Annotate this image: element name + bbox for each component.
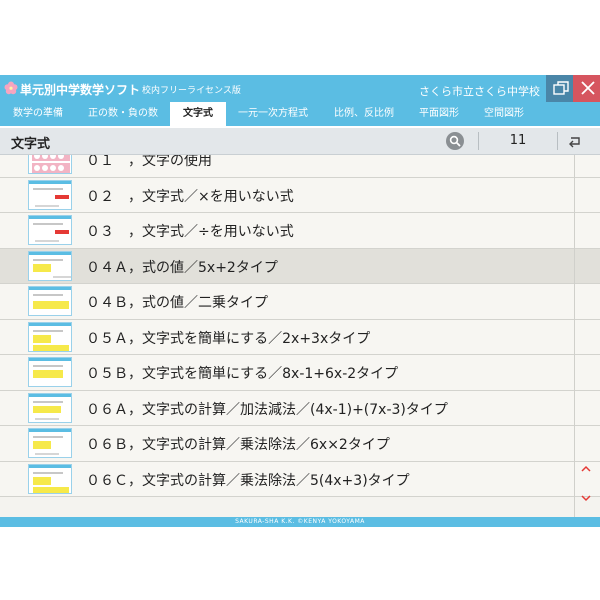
lesson-list: ０１ ，文字の使用 ０２ ，文字式／×を用いない式 ０３ ，文字式／÷を用いない… (0, 155, 600, 517)
list-item-label: ０６Ｂ，文字式の計算／乗法除法／6x×2タイプ (86, 437, 390, 453)
scroll-down-icon[interactable] (580, 493, 592, 503)
tab-linear-equations[interactable]: 一元一次方程式 (226, 102, 320, 126)
list-item[interactable]: ０６Ｃ，文字式の計算／乗法除法／5(4x+3)タイプ (0, 461, 600, 497)
list-item-label: ０６Ｃ，文字式の計算／乗法除法／5(4x+3)タイプ (86, 472, 410, 489)
lesson-thumbnail (28, 428, 72, 458)
scroll-divider (574, 155, 575, 517)
list-item[interactable]: ０２ ，文字式／×を用いない式 (0, 177, 600, 213)
tab-expressions[interactable]: 文字式 (170, 102, 226, 126)
footer-bar: SAKURA-SHA K.K. ©KENYA YOKOYAMA (0, 517, 600, 527)
tab-positive-negative[interactable]: 正の数・負の数 (76, 102, 170, 126)
lesson-thumbnail (28, 250, 72, 281)
app-title: 単元別中学数学ソフト (20, 83, 141, 97)
list-item-selected[interactable]: ０４Ａ，式の値／5x+2タイプ (0, 248, 600, 284)
list-item-label: ０６Ａ，文字式の計算／加法減法／(4x-1)+(7x-3)タイプ (86, 401, 448, 418)
lesson-thumbnail (28, 357, 72, 387)
lesson-thumbnail (28, 463, 72, 494)
list-item[interactable]: ０６Ｂ，文字式の計算／乗法除法／6x×2タイプ (0, 426, 600, 462)
section-header: 文字式 11 (0, 128, 600, 155)
list-item[interactable]: ０３ ，文字式／÷を用いない式 (0, 213, 600, 249)
list-item-label: ０４Ｂ，式の値／二乗タイプ (86, 295, 268, 311)
lesson-thumbnail (28, 155, 72, 174)
close-window-button[interactable] (573, 75, 600, 102)
list-item-label: ０５Ａ，文字式を簡単にする／2x+3xタイプ (86, 330, 371, 347)
section-title: 文字式 (11, 137, 51, 152)
lesson-thumbnail (28, 392, 72, 423)
close-icon (581, 81, 595, 95)
restore-icon (553, 81, 569, 95)
sakura-logo-icon (4, 81, 18, 95)
school-name: さくら市立さくら中学校 (419, 85, 540, 98)
lesson-thumbnail (28, 215, 72, 245)
search-icon (449, 135, 461, 147)
tab-solid-figures[interactable]: 空間図形 (470, 102, 538, 126)
list-item[interactable]: ０５Ａ，文字式を簡単にする／2x+3xタイプ (0, 319, 600, 355)
list-item-label: ０５Ｂ，文字式を簡単にする／8x-1+6x-2タイプ (86, 366, 399, 382)
scroll-up-icon[interactable] (580, 464, 592, 474)
tab-plane-figures[interactable]: 平面図形 (408, 102, 470, 126)
list-item-label: ０４Ａ，式の値／5x+2タイプ (86, 259, 278, 276)
tab-proportion[interactable]: 比例、反比例 (320, 102, 408, 126)
lesson-thumbnail (28, 321, 72, 352)
lesson-thumbnail (28, 179, 72, 210)
lesson-thumbnail (28, 286, 72, 316)
divider (478, 132, 479, 150)
list-item[interactable]: ０５Ｂ，文字式を簡単にする／8x-1+6x-2タイプ (0, 355, 600, 391)
list-item[interactable]: ０１ ，文字の使用 (0, 155, 600, 178)
list-item-label: ０１ ，文字の使用 (86, 155, 212, 169)
divider (557, 132, 558, 150)
list-item-label: ０２ ，文字式／×を用いない式 (86, 188, 294, 205)
return-icon (569, 137, 580, 148)
title-bar: 単元別中学数学ソフト 校内フリーライセンス版 さくら市立さくら中学校 (0, 75, 600, 102)
return-button[interactable] (560, 131, 590, 151)
tab-bar: 数学の準備 正の数・負の数 文字式 一元一次方程式 比例、反比例 平面図形 空間… (0, 102, 600, 126)
item-count: 11 (509, 133, 527, 148)
list-item-label: ０３ ，文字式／÷を用いない式 (86, 224, 294, 240)
restore-window-button[interactable] (546, 75, 576, 102)
list-item[interactable]: ０６Ａ，文字式の計算／加法減法／(4x-1)+(7x-3)タイプ (0, 390, 600, 426)
tab-math-prep[interactable]: 数学の準備 (0, 102, 76, 126)
license-label: 校内フリーライセンス版 (142, 86, 241, 96)
copyright-text: SAKURA-SHA K.K. ©KENYA YOKOYAMA (235, 518, 365, 525)
search-button[interactable] (446, 132, 464, 150)
app-window: 単元別中学数学ソフト 校内フリーライセンス版 さくら市立さくら中学校 数学の準備… (0, 75, 600, 527)
list-item[interactable]: ０４Ｂ，式の値／二乗タイプ (0, 284, 600, 320)
